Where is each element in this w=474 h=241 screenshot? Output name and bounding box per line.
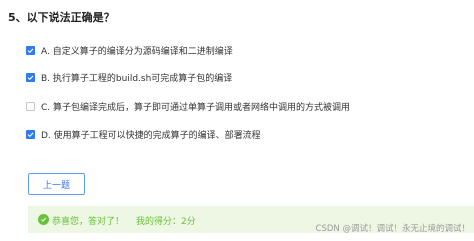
score-label: 我的得分： bbox=[136, 217, 182, 227]
option-d[interactable]: D. 使用算子工程可以快捷的完成算子的编译、部署流程 bbox=[26, 128, 261, 141]
checkbox-d[interactable] bbox=[26, 130, 35, 139]
score-display: 我的得分：2分 bbox=[136, 214, 196, 227]
result-message: 恭喜您，答对了！ bbox=[52, 217, 125, 227]
check-circle-icon bbox=[38, 214, 49, 225]
question-title: 5、以下说法正确是？ bbox=[8, 11, 115, 24]
option-c-label: C. 算子包编译完成后，算子即可通过单算子调用或者网络中调用的方式被调用 bbox=[41, 103, 351, 113]
prev-question-button[interactable]: 上一题 bbox=[28, 173, 85, 195]
option-b[interactable]: B. 执行算子工程的build.sh可完成算子包的编译 bbox=[26, 71, 232, 84]
checkmark-icon bbox=[27, 48, 34, 54]
option-a[interactable]: A. 自定义算子的编译分为源码编译和二进制编译 bbox=[26, 44, 233, 57]
option-d-label: D. 使用算子工程可以快捷的完成算子的编译、部署流程 bbox=[41, 131, 261, 141]
watermark: CSDN @调试！调试！永无止境的调试！ bbox=[315, 224, 470, 234]
option-a-label: A. 自定义算子的编译分为源码编译和二进制编译 bbox=[41, 47, 233, 57]
checkbox-c[interactable] bbox=[26, 102, 35, 111]
option-c[interactable]: C. 算子包编译完成后，算子即可通过单算子调用或者网络中调用的方式被调用 bbox=[26, 100, 350, 113]
score-value: 2分 bbox=[181, 217, 196, 227]
checkbox-b[interactable] bbox=[26, 73, 35, 82]
checkmark-icon bbox=[27, 75, 34, 81]
checkmark-icon bbox=[27, 132, 34, 138]
option-b-label: B. 执行算子工程的build.sh可完成算子包的编译 bbox=[41, 74, 233, 84]
checkbox-a[interactable] bbox=[26, 46, 35, 55]
